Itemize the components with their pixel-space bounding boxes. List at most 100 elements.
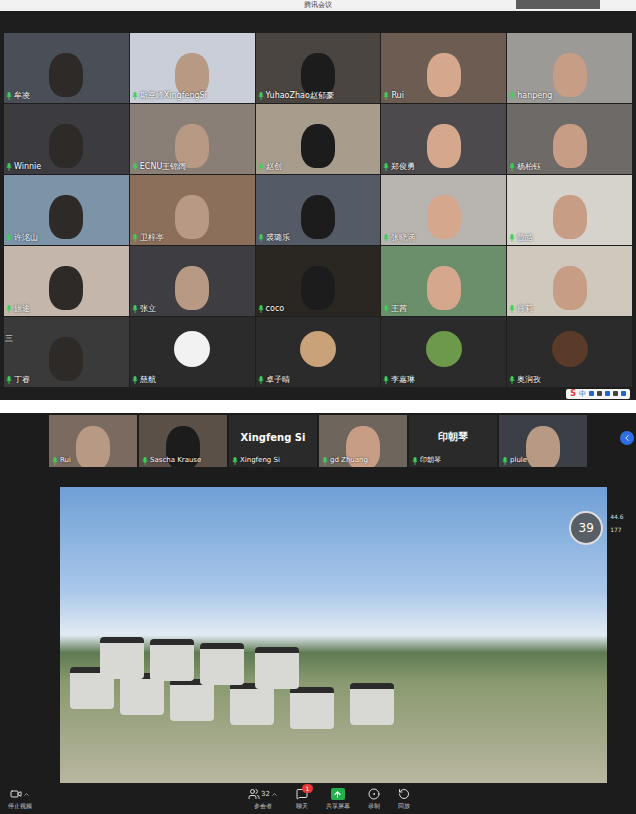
participant-name: 王茜	[383, 304, 407, 314]
ime-emoji-icon[interactable]	[597, 391, 602, 396]
participant-tile[interactable]: YuhaoZhao赵郁豪	[256, 33, 381, 103]
participant-tile[interactable]: 卓子晴	[256, 317, 381, 387]
participant-tile[interactable]: 卫梓亭	[130, 175, 255, 245]
gallery-screenshot: 腾讯会议牟凌斯幸峰XingfengSiYuhaoZhao赵郁豪Ruihanpen…	[0, 0, 636, 400]
toolbar-button[interactable]: 聊天1	[296, 787, 308, 810]
participant-tile[interactable]: 王茜	[381, 246, 506, 316]
ime-skin-icon[interactable]	[621, 391, 626, 396]
thumbnail-name: Sascha Krause	[142, 456, 201, 465]
participant-tile[interactable]: hanpeng	[507, 33, 632, 103]
toolbar-icon	[248, 788, 260, 800]
meeting-toolbar: 停止视频 32参会者 聊天1 共享屏幕录制 回放	[0, 783, 636, 814]
thumbnail-name: gd Zhuang	[322, 456, 368, 465]
mic-icon	[509, 305, 515, 313]
participant-tile[interactable]: 三丁睿	[4, 317, 129, 387]
separator	[0, 400, 636, 413]
collapse-button[interactable]	[620, 431, 634, 445]
video-frame	[427, 124, 461, 168]
reading: 177	[610, 526, 636, 534]
toolbar-button[interactable]: 停止视频	[8, 787, 32, 810]
shared-screen: 3944.6177	[0, 471, 636, 783]
video-frame	[553, 266, 587, 310]
participant-tile[interactable]: Winnie	[4, 104, 129, 174]
thumbnail[interactable]: gd Zhuang	[319, 415, 407, 467]
video-frame	[553, 124, 587, 168]
ime-keyboard-icon[interactable]	[613, 391, 618, 396]
participant-tile[interactable]: 斯幸峰XingfengSi	[130, 33, 255, 103]
mic-icon	[6, 163, 12, 171]
thumbnail[interactable]: Xingfeng SiXingfeng Si	[229, 415, 317, 467]
participant-tile[interactable]: 奥润孜	[507, 317, 632, 387]
mic-icon	[509, 92, 515, 100]
video-frame	[175, 266, 209, 310]
mic-icon	[258, 234, 264, 242]
readings: 44.6177	[607, 487, 636, 783]
ime-toolbar[interactable]: S中	[566, 389, 630, 399]
mic-icon	[132, 163, 138, 171]
chevron-up-icon[interactable]	[23, 791, 30, 798]
toolbar-button[interactable]: 回放	[398, 787, 410, 810]
participant-tile[interactable]: 肖莉	[507, 246, 632, 316]
participant-name: 杨柏钰	[509, 162, 541, 172]
participant-tile[interactable]: 李嘉琳	[381, 317, 506, 387]
participant-tile[interactable]: 许洺山	[4, 175, 129, 245]
avatar	[552, 331, 588, 367]
participant-name: ECNU王锦阔	[132, 162, 186, 172]
toolbar-label: 录制	[368, 802, 380, 810]
video-frame	[301, 53, 335, 97]
participant-tile[interactable]: 牟凌	[4, 33, 129, 103]
mic-icon	[132, 92, 138, 100]
participant-tile[interactable]: 张立	[130, 246, 255, 316]
participant-tile[interactable]: 慈航	[130, 317, 255, 387]
mic-icon	[509, 376, 515, 384]
participant-name: YuhaoZhao赵郁豪	[258, 91, 334, 101]
participant-tile[interactable]: 杨柏钰	[507, 104, 632, 174]
thumbnail[interactable]: Rui	[49, 415, 137, 467]
participant-name: 斯幸峰XingfengSi	[132, 91, 207, 101]
video-gallery: 牟凌 斯幸峰XingfengSi YuhaoZhao赵郁豪 Ruihanpeng Win…	[0, 11, 636, 387]
barrel	[100, 637, 144, 679]
ime-punct-icon[interactable]	[589, 391, 594, 396]
toolbar-button[interactable]: 共享屏幕	[326, 787, 350, 810]
participant-name: 丁睿	[6, 375, 30, 385]
mic-icon	[52, 457, 58, 465]
video-frame	[49, 337, 83, 381]
toolbar-label: 停止视频	[8, 802, 32, 810]
thumbnail[interactable]: 印朝琴印朝琴	[409, 415, 497, 467]
thumbnail-name: 印朝琴	[412, 456, 441, 465]
mic-icon	[383, 163, 389, 171]
participant-name: 旅途	[6, 304, 30, 314]
mic-icon	[132, 376, 138, 384]
mic-icon	[132, 305, 138, 313]
participant-tile[interactable]: Rui	[381, 33, 506, 103]
participant-tile[interactable]: coco	[256, 246, 381, 316]
barrel	[230, 683, 274, 725]
mic-icon	[132, 234, 138, 242]
video-frame	[49, 195, 83, 239]
participant-name: 卫梓亭	[132, 233, 164, 243]
ime-mode[interactable]: 中	[579, 389, 586, 399]
ime-voice-icon[interactable]	[605, 391, 610, 396]
participant-tile[interactable]: ECNU王锦阔	[130, 104, 255, 174]
chevron-up-icon[interactable]	[271, 791, 278, 798]
avatar	[426, 331, 462, 367]
video-frame	[301, 195, 335, 239]
participant-tile[interactable]: 赵创	[256, 104, 381, 174]
participant-name: 牟凌	[6, 91, 30, 101]
toolbar-icon	[368, 788, 380, 800]
video-frame	[175, 124, 209, 168]
toolbar-button[interactable]: 录制	[368, 787, 380, 810]
window-controls	[516, 0, 600, 9]
participant-tile[interactable]: 郑俊勇	[381, 104, 506, 174]
participant-tile[interactable]: 曾皓	[507, 175, 632, 245]
participant-tile[interactable]: 旅途	[4, 246, 129, 316]
thumbnail[interactable]: Sascha Krause	[139, 415, 227, 467]
participant-tile[interactable]: 裘璐乐	[256, 175, 381, 245]
toolbar-button[interactable]: 32参会者	[248, 787, 278, 810]
participant-name: 张立	[132, 304, 156, 314]
mic-icon	[6, 234, 12, 242]
video-frame	[526, 426, 560, 467]
toolbar-label: 聊天	[296, 802, 308, 810]
participant-tile[interactable]: 张晓涵	[381, 175, 506, 245]
thumbnail[interactable]: plule	[499, 415, 587, 467]
